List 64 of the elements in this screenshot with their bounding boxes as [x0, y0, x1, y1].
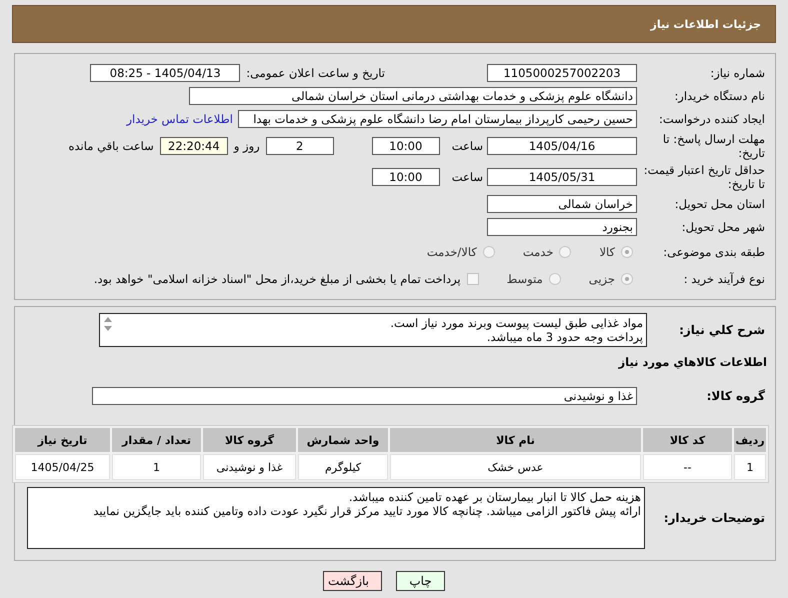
days-field: 2 — [266, 137, 334, 155]
table-cell: 1405/04/25 — [15, 454, 110, 480]
field-label: مهلت ارسال پاسخ: تا تاریخ: — [662, 132, 766, 160]
column-header: نام کالا — [390, 428, 641, 452]
field-label: نوع فرآیند خرید : — [682, 272, 766, 286]
back-button[interactable]: بازگشت — [323, 571, 382, 591]
need-number-field: 1105000257002203 — [487, 64, 637, 82]
field-label: تاریخ و ساعت اعلان عمومی: — [246, 66, 385, 80]
table-cell: کیلوگرم — [298, 454, 388, 480]
description-field[interactable]: مواد غذایی طبق لیست پیوست وبرند مورد نیاز است. پرداخت وجه حدود 3 ماه میباشد. — [99, 313, 647, 347]
treasury-label: پرداخت تمام یا بخشی از مبلغ خرید،از محل "اسناد خزانه اسلامی" خواهد بود. — [94, 272, 461, 286]
field-label: توضیحات خریدار: — [662, 511, 766, 525]
column-header: گروه کالا — [203, 428, 296, 452]
radio-button[interactable] — [482, 246, 495, 258]
field-label: شرح کلي نیاز: — [678, 323, 766, 337]
time-label: ساعت — [452, 139, 483, 153]
option-label: متوسط — [506, 272, 543, 286]
column-header: کد کالا — [643, 428, 732, 452]
field-label: حداقل تاریخ اعتبار قیمت: تا تاریخ: — [642, 163, 766, 191]
table-cell: عدس خشک — [390, 454, 641, 480]
remaining-label: ساعت باقي مانده — [68, 139, 154, 153]
deadline-time-field: 10:00 — [372, 137, 440, 155]
remaining-time-field: 22:20:44 — [160, 137, 228, 155]
scroll-arrows-icon[interactable] — [103, 316, 113, 332]
field-label: نام دستگاه خریدار: — [673, 89, 766, 103]
column-header: ردیف — [734, 428, 766, 452]
field-label: شهر محل تحویل: — [680, 220, 766, 234]
city-field: بجنورد — [487, 218, 637, 236]
buyer-org-field: دانشگاه علوم پزشکی و خدمات بهداشتی درمانی استان خراسان شمالی — [189, 87, 637, 105]
table-cell: غذا و نوشیدنی — [203, 454, 296, 480]
validity-time-field: 10:00 — [372, 168, 440, 186]
field-label: گروه کالا: — [706, 389, 766, 403]
buyer-notes-field[interactable]: هزینه حمل کالا تا انبار بیمارستان بر عهده تامین کننده میباشد. ارائه پیش فاکتور الزامی میباشد. چنانچه کالا مورد تایید مرکز قرار نگیرد عودت داده وتامین کننده باید جایگزین نمایید — [27, 487, 645, 549]
option-label: جزیی — [588, 272, 615, 286]
field-label: شماره نیاز: — [709, 66, 766, 80]
column-header: تعداد / مقدار — [112, 428, 201, 452]
checkbox[interactable] — [466, 273, 479, 285]
validity-date-field: 1405/05/31 — [487, 168, 637, 186]
column-header: تاریخ نیاز — [15, 428, 110, 452]
radio-button[interactable] — [621, 246, 633, 258]
time-label: ساعت — [452, 170, 483, 184]
field-label: ایجاد کننده درخواست: — [658, 112, 766, 126]
buyer-contact-link[interactable]: اطلاعات تماس خریدار — [126, 112, 233, 126]
province-field: خراسان شمالی — [487, 195, 637, 213]
requester-field: حسین رحیمی کارپرداز بیمارستان امام رضا دانشگاه علوم پزشکی و خدمات بهدا — [238, 110, 637, 128]
table-cell: 1 — [734, 454, 766, 480]
option-label: خدمت — [522, 245, 554, 259]
deadline-date-field: 1405/04/16 — [487, 137, 637, 155]
print-button[interactable]: چاپ — [396, 571, 445, 591]
field-label: طبقه بندی موضوعی: — [662, 245, 766, 259]
table-cell: -- — [643, 454, 732, 480]
table-cell: 1 — [112, 454, 201, 480]
option-label: کالا — [599, 245, 615, 259]
page-title: جزئیات اطلاعات نیاز — [650, 18, 761, 30]
option-label: کالا/خدمت — [426, 245, 477, 259]
radio-button[interactable] — [559, 246, 572, 258]
field-label: استان محل تحویل: — [674, 197, 766, 211]
radio-button[interactable] — [621, 273, 633, 285]
days-label: روز و — [234, 139, 260, 153]
column-header: واحد شمارش — [298, 428, 388, 452]
radio-button[interactable] — [548, 273, 561, 285]
goods-group-field: غذا و نوشیدنی — [92, 387, 637, 405]
announce-date-field: 1405/04/13 - 08:25 — [90, 64, 240, 82]
section-title: اطلاعات کالاهاي مورد نیاز — [617, 355, 768, 369]
